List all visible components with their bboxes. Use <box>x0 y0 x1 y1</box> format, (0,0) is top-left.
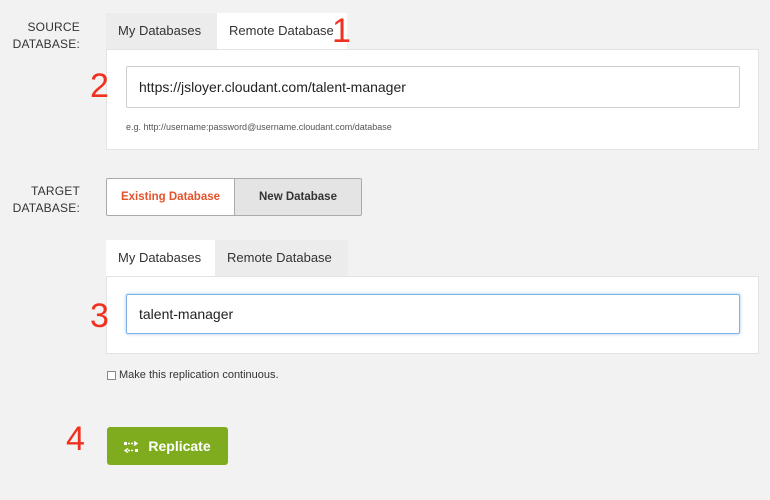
tab-target-remote-database[interactable]: Remote Database <box>215 240 348 276</box>
replicate-arrows-icon <box>124 440 139 454</box>
target-database-label: TARGET DATABASE: <box>13 183 80 217</box>
checkbox-icon[interactable] <box>107 370 116 380</box>
replicate-label: Replicate <box>148 438 211 454</box>
replicate-button[interactable]: Replicate <box>107 427 228 465</box>
annotation-number-3: 3 <box>90 297 109 335</box>
tab-source-remote-database[interactable]: Remote Database <box>217 13 347 49</box>
source-tabs: My Databases Remote Database <box>106 13 347 49</box>
continuous-replication-label: Make this replication continuous. <box>119 369 279 381</box>
source-url-hint: e.g. http://username:password@username.c… <box>126 122 392 132</box>
source-database-label: SOURCE DATABASE: <box>13 19 80 53</box>
target-database-input[interactable] <box>126 294 740 334</box>
new-database-button[interactable]: New Database <box>235 179 361 215</box>
source-label-line1: SOURCE <box>27 20 80 34</box>
target-label-line1: TARGET <box>31 184 80 198</box>
tab-source-my-databases[interactable]: My Databases <box>106 13 217 49</box>
source-panel: e.g. http://username:password@username.c… <box>106 49 759 150</box>
target-panel <box>106 276 759 354</box>
tab-target-my-databases[interactable]: My Databases <box>106 240 215 276</box>
continuous-replication-option: Make this replication continuous. <box>107 369 279 381</box>
source-label-line2: DATABASE: <box>12 37 80 51</box>
target-database-toggle: Existing Database New Database <box>106 178 362 216</box>
target-label-line2: DATABASE: <box>12 201 80 215</box>
existing-database-button[interactable]: Existing Database <box>107 179 235 215</box>
target-tabs: My Databases Remote Database <box>106 240 348 276</box>
source-url-input[interactable] <box>126 66 740 108</box>
annotation-number-1: 1 <box>332 12 351 50</box>
annotation-number-2: 2 <box>90 67 109 105</box>
annotation-number-4: 4 <box>66 420 85 458</box>
